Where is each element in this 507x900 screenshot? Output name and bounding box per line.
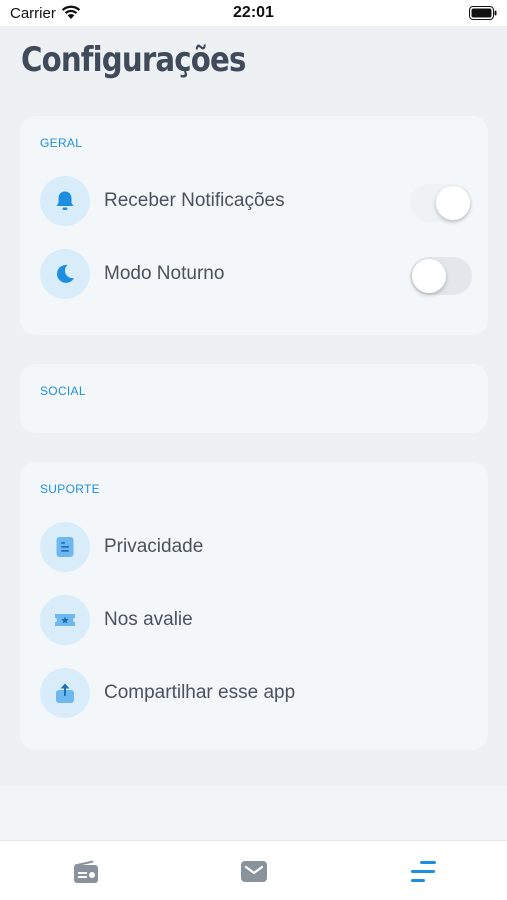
content-bottom-area <box>0 786 507 840</box>
radio-icon <box>74 860 98 883</box>
toggle-knob <box>412 259 446 293</box>
settings-row-share-app[interactable]: Compartilhar esse app <box>40 668 470 718</box>
rate-app-label: Nos avalie <box>104 609 193 630</box>
tab-mail[interactable] <box>237 857 271 887</box>
notifications-label: Receber Notificações <box>104 190 285 211</box>
section-header-suporte: SUPORTE <box>40 482 100 496</box>
settings-row-privacy[interactable]: Privacidade <box>40 522 470 572</box>
settings-row-notifications[interactable]: Receber Notificações <box>40 176 472 226</box>
tab-bar <box>0 840 507 900</box>
rating-ticket-icon <box>40 595 90 645</box>
settings-row-rate-app[interactable]: Nos avalie <box>40 595 470 645</box>
battery-icon <box>469 6 497 24</box>
section-header-geral: GERAL <box>40 136 83 150</box>
night-mode-toggle[interactable] <box>410 257 472 295</box>
document-icon <box>40 522 90 572</box>
support-settings-card: SUPORTE Privacidade Nos avalie Compartil… <box>20 462 488 750</box>
notifications-toggle[interactable] <box>410 184 472 222</box>
social-settings-card: SOCIAL <box>20 364 488 433</box>
section-header-social: SOCIAL <box>40 384 86 398</box>
general-settings-card: GERAL Receber Notificações Modo Noturno <box>20 116 488 335</box>
settings-row-night-mode[interactable]: Modo Noturno <box>40 249 472 299</box>
night-mode-label: Modo Noturno <box>104 263 225 284</box>
tab-radio[interactable] <box>69 857 103 887</box>
status-bar: Carrier 22:01 <box>0 0 507 26</box>
privacy-label: Privacidade <box>104 536 204 557</box>
moon-icon <box>40 249 90 299</box>
toggle-knob <box>436 186 470 220</box>
clock-time: 22:01 <box>233 4 274 21</box>
settings-lines-icon <box>411 861 436 882</box>
page-title: Configurações <box>21 40 246 80</box>
share-icon <box>40 668 90 718</box>
mail-icon <box>241 861 267 882</box>
share-app-label: Compartilhar esse app <box>104 682 296 703</box>
bell-icon <box>40 176 90 226</box>
tab-settings[interactable] <box>406 857 440 887</box>
